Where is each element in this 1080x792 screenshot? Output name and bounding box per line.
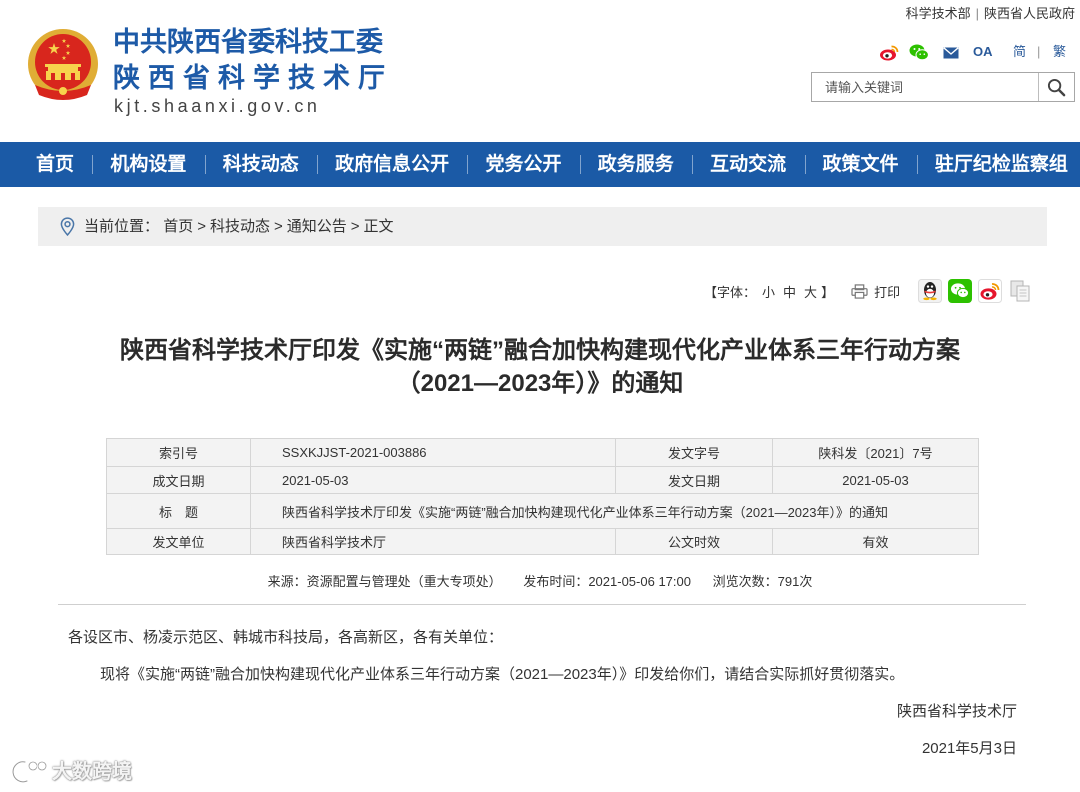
publish-time-label: 发布时间： — [523, 574, 589, 589]
copy-link-icon[interactable] — [1008, 279, 1032, 303]
home-logo-link[interactable]: 中共陕西省委科技工委 陕西省科学技术厅 kjt.shaanxi.gov.cn — [26, 26, 396, 118]
article-paragraph: 现将《实施“两链”融合加快构建现代化产业体系三年行动方案（2021—2023年）… — [100, 666, 905, 683]
meta-title-value: 陕西省科学技术厅印发《实施“两链”融合加快构建现代化产业体系三年行动方案（202… — [250, 493, 979, 529]
document-number-label: 发文字号 — [615, 438, 773, 467]
mail-icon[interactable] — [943, 47, 959, 59]
main-nav-list: 首页 机构设置 科技动态 政府信息公开 党务公开 政务服务 互动交流 政策文件 … — [36, 142, 1068, 187]
publish-time-value: 2021-05-06 17:00 — [588, 574, 691, 589]
article-title-line: 陕西省科学技术厅印发《实施“两链”融合加快构建现代化产业体系三年行动方案 — [120, 337, 960, 364]
meta-row: 标 题 陕西省科学技术厅印发《实施“两链”融合加快构建现代化产业体系三年行动方案… — [106, 493, 979, 529]
breadcrumb-prefix: 当前位置： — [84, 218, 160, 235]
nav-item-organization[interactable]: 机构设置 — [92, 142, 186, 187]
font-size-large[interactable]: 大 — [804, 282, 817, 301]
breadcrumb-separator: > — [197, 218, 206, 235]
document-meta-table: 索引号 SSXKJJST-2021-003886 发文字号 陕科发〔2021〕7… — [106, 438, 979, 555]
validity-label: 公文时效 — [615, 528, 773, 555]
article-publish-time: 发布时间：2021-05-06 17:00 — [523, 574, 691, 589]
nav-item-gov-services[interactable]: 政务服务 — [579, 142, 674, 187]
article-signature: 陕西省科学技术厅 — [896, 703, 1017, 720]
nav-item-party-affairs[interactable]: 党务公开 — [467, 142, 561, 187]
location-pin-icon — [60, 217, 75, 236]
site-header: 中共陕西省委科技工委 陕西省科学技术厅 kjt.shaanxi.gov.cn 科… — [0, 0, 1080, 142]
article-body: 各设区市、杨凌示范区、韩城市科技局，各高新区，各有关单位： 现将《实施“两链”融… — [68, 619, 1017, 767]
meta-title-label: 标 题 — [106, 493, 251, 529]
views-label: 浏览次数： — [712, 574, 778, 589]
search-button[interactable] — [1038, 73, 1074, 101]
oa-link[interactable]: OA — [973, 43, 993, 61]
issuer-label: 发文单位 — [106, 528, 251, 555]
site-domain: kjt.shaanxi.gov.cn — [114, 96, 321, 116]
article-date: 2021年5月3日 — [921, 740, 1017, 757]
font-size-prefix: 【字体： — [704, 284, 757, 300]
nav-item-interaction[interactable]: 互动交流 — [692, 142, 786, 187]
watermark-logo-icon — [11, 760, 48, 784]
lang-separator: | — [1037, 44, 1041, 59]
meta-row: 成文日期 2021-05-03 发文日期 2021-05-03 — [106, 466, 979, 494]
top-link-ministry[interactable]: 科学技术部 — [906, 6, 971, 21]
article-title: 陕西省科学技术厅印发《实施“两链”融合加快构建现代化产业体系三年行动方案 （20… — [0, 334, 1080, 400]
nav-item-policy-documents[interactable]: 政策文件 — [804, 142, 899, 187]
search-icon — [1047, 78, 1066, 96]
main-nav: 首页 机构设置 科技动态 政府信息公开 党务公开 政务服务 互动交流 政策文件 … — [0, 142, 1080, 187]
index-number-value: SSXKJJST-2021-003886 — [250, 438, 616, 467]
printer-icon[interactable] — [851, 283, 868, 299]
breadcrumb-trail: 当前位置： 首页 > 科技动态 > 通知公告 > 正文 — [84, 207, 394, 246]
source-label: 来源： — [267, 574, 307, 589]
org-name-primary: 中共陕西省委科技工委 — [113, 27, 383, 57]
article-source: 来源：资源配置与管理处（重大专项处） — [268, 574, 502, 589]
top-link-provincial-government[interactable]: 陕西省人民政府 — [984, 6, 1075, 21]
wechat-icon[interactable] — [909, 44, 929, 61]
issue-date-value: 2021-05-03 — [772, 466, 979, 494]
lang-simplified-link[interactable]: 简 — [1013, 43, 1026, 61]
top-links: 科学技术部 | 陕西省人民政府 — [906, 5, 1075, 23]
meta-row: 索引号 SSXKJJST-2021-003886 发文字号 陕科发〔2021〕7… — [106, 438, 979, 467]
document-number-value: 陕科发〔2021〕7号 — [772, 438, 979, 467]
org-name-secondary: 陕西省科学技术厅 — [113, 63, 393, 93]
breadcrumb-separator: > — [350, 218, 360, 235]
nav-item-sci-tech-news[interactable]: 科技动态 — [204, 142, 299, 187]
written-date-label: 成文日期 — [106, 466, 251, 494]
nav-item-discipline-inspection[interactable]: 驻厅纪检监察组 — [916, 142, 1068, 187]
written-date-value: 2021-05-03 — [250, 466, 616, 494]
share-buttons — [918, 279, 1038, 303]
top-links-separator: | — [975, 6, 979, 21]
breadcrumb-item-current[interactable]: 正文 — [364, 218, 394, 235]
breadcrumb-separator: > — [273, 218, 283, 235]
search-box — [811, 72, 1075, 102]
meta-row: 发文单位 陕西省科学技术厅 公文时效 有效 — [106, 528, 979, 555]
issue-date-label: 发文日期 — [615, 466, 773, 494]
wechat-share-icon[interactable] — [948, 279, 973, 303]
weibo-icon[interactable] — [879, 44, 899, 61]
breadcrumb-item-home[interactable]: 首页 — [163, 218, 193, 235]
font-size-medium[interactable]: 中 — [783, 282, 796, 301]
index-number-label: 索引号 — [106, 438, 251, 467]
nav-item-gov-info-disclosure[interactable]: 政府信息公开 — [317, 142, 449, 187]
lang-traditional-link[interactable]: 繁 — [1053, 43, 1066, 61]
weibo-share-icon[interactable] — [978, 279, 1003, 303]
nav-item-home[interactable]: 首页 — [36, 142, 74, 187]
qq-share-icon[interactable] — [918, 279, 943, 303]
print-button[interactable]: 打印 — [874, 282, 900, 301]
source-value: 资源配置与管理处（重大专项处） — [306, 574, 502, 589]
article-toolbar: 【字体： 小 中 大 】 打印 — [704, 278, 1038, 304]
issuer-value: 陕西省科学技术厅 — [250, 528, 616, 555]
page: 中共陕西省委科技工委 陕西省科学技术厅 kjt.shaanxi.gov.cn 科… — [0, 0, 1080, 792]
validity-value: 有效 — [772, 528, 979, 555]
views-value: 791次 — [777, 574, 813, 589]
breadcrumb-item-news[interactable]: 科技动态 — [210, 218, 270, 235]
search-input[interactable] — [812, 73, 1038, 101]
font-size-small[interactable]: 小 — [762, 282, 775, 301]
article-title-line: （2021—2023年）》的通知 — [396, 370, 684, 397]
watermark-text: 大数跨境 — [52, 761, 132, 783]
national-emblem-icon — [28, 29, 98, 100]
article-views: 浏览次数：791次 — [713, 574, 813, 589]
divider — [58, 604, 1026, 605]
article-info: 来源：资源配置与管理处（重大专项处） 发布时间：2021-05-06 17:00… — [0, 573, 1080, 591]
breadcrumb: 当前位置： 首页 > 科技动态 > 通知公告 > 正文 — [38, 207, 1047, 246]
breadcrumb-item-notices[interactable]: 通知公告 — [287, 218, 347, 235]
font-size-suffix: 】 — [821, 284, 835, 300]
article-salutation: 各设区市、杨凌示范区、韩城市科技局，各高新区，各有关单位： — [68, 629, 504, 646]
